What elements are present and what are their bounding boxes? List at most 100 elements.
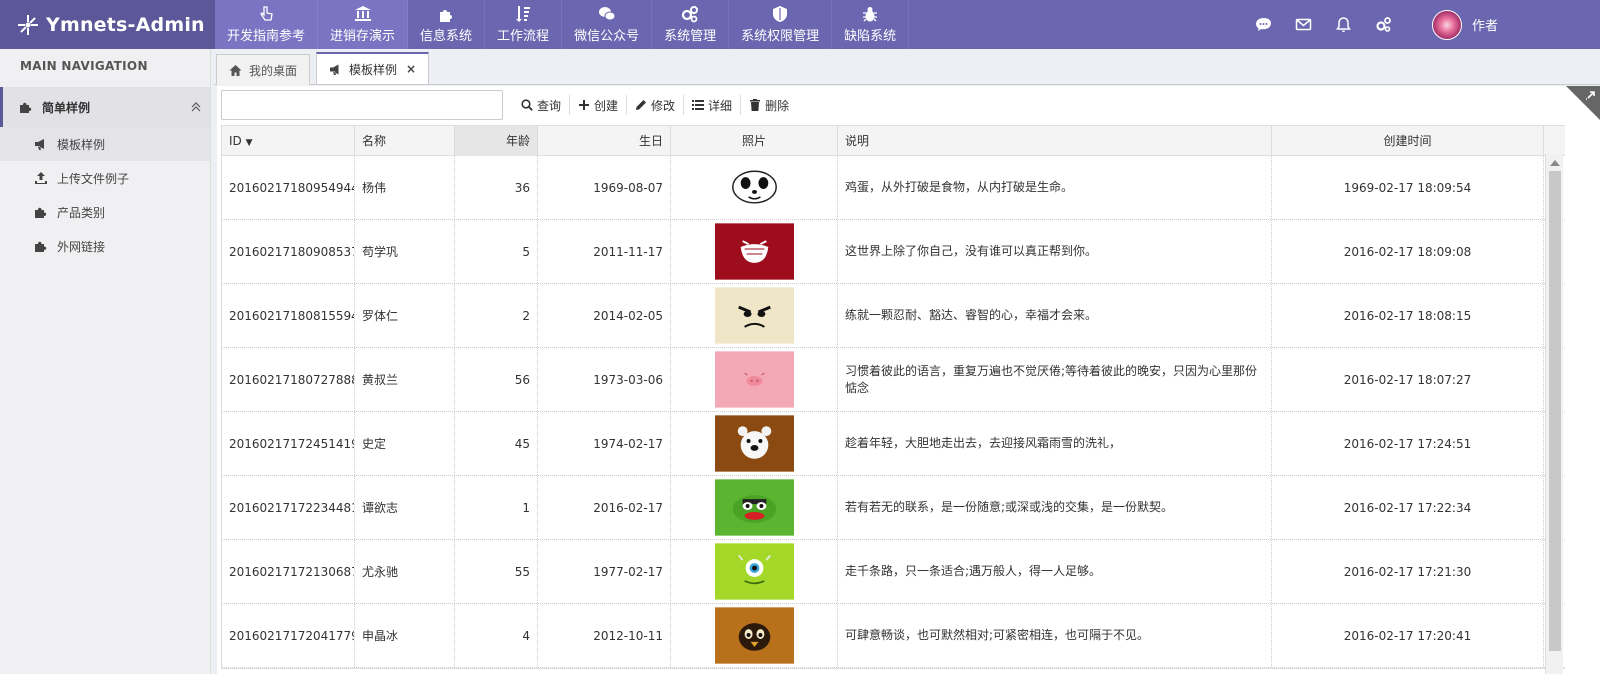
bell-icon bbox=[1336, 17, 1352, 32]
column-header-name[interactable]: 名称 bbox=[355, 126, 455, 156]
column-header-created-time[interactable]: 创建时间 bbox=[1272, 126, 1544, 156]
cell-name: 黄叔兰 bbox=[355, 348, 455, 411]
table-row[interactable]: 201602171807278882 黄叔兰 56 1973-03-06 习惯着彼此的语… bbox=[222, 348, 1565, 412]
cell-description: 可肆意畅谈，也可默然相对;可紧密相连，也可隔于不见。 bbox=[838, 604, 1272, 667]
scroll-up-icon[interactable] bbox=[1550, 160, 1560, 166]
cell-photo bbox=[671, 156, 838, 219]
mail-icon bbox=[1296, 18, 1312, 31]
cell-birthday: 1977-02-17 bbox=[538, 540, 671, 603]
notifications-button[interactable] bbox=[1324, 0, 1364, 49]
sidebar-item-template-sample[interactable]: 模板样例 bbox=[0, 127, 210, 161]
tab-my-desktop[interactable]: 我的桌面 bbox=[216, 54, 311, 85]
edit-button[interactable]: 修改 bbox=[627, 95, 685, 115]
table-row[interactable]: 201602171720417797 申晶冰 4 2012-10-11 可肆意畅谈，也可… bbox=[222, 604, 1565, 668]
mail-button[interactable] bbox=[1284, 0, 1324, 49]
list-icon bbox=[692, 100, 705, 110]
cell-description: 这世界上除了你自己，没有谁可以真正帮到你。 bbox=[838, 220, 1272, 283]
nav-item-label: 进销存演示 bbox=[330, 29, 396, 44]
details-button[interactable]: 详细 bbox=[684, 95, 742, 115]
shield-icon bbox=[773, 6, 788, 22]
bullhorn-icon bbox=[330, 64, 339, 75]
nav-item-wechat[interactable]: 微信公众号 bbox=[562, 0, 653, 49]
cell-photo bbox=[671, 540, 838, 603]
user-menu[interactable]: 作者 bbox=[1431, 9, 1498, 40]
nav-item-info-system[interactable]: 信息系统 bbox=[408, 0, 486, 49]
search-input[interactable] bbox=[221, 90, 503, 120]
column-header-label: ID bbox=[229, 134, 242, 148]
sidebar-item-product-category[interactable]: 产品类别 bbox=[0, 195, 210, 229]
search-icon bbox=[521, 99, 533, 111]
cell-description: 练就一颗忍耐、豁达、睿智的心，幸福才会来。 bbox=[838, 284, 1272, 347]
nav-item-dev-guide[interactable]: 开发指南参考 bbox=[215, 0, 319, 49]
settings-button[interactable] bbox=[1364, 0, 1404, 49]
nav-item-inventory[interactable]: 进销存演示 bbox=[318, 0, 409, 49]
delete-button[interactable]: 删除 bbox=[741, 95, 797, 115]
data-grid: ID ▼ 名称 年龄 生日 照片 说明 创建时间 201602171809549… bbox=[221, 125, 1565, 669]
nav-item-label: 缺陷系统 bbox=[844, 29, 897, 44]
messages-button[interactable] bbox=[1244, 0, 1284, 49]
sort-desc-icon: ▼ bbox=[245, 138, 253, 148]
app-logo[interactable]: Ymnets-Admin bbox=[0, 0, 215, 49]
cell-created-time: 2016-02-17 18:07:27 bbox=[1272, 348, 1544, 411]
nav-item-system-admin[interactable]: 系统管理 bbox=[652, 0, 730, 49]
cell-name: 申晶冰 bbox=[355, 604, 455, 667]
nav-item-permissions[interactable]: 系统权限管理 bbox=[729, 0, 833, 49]
nav-item-workflow[interactable]: 工作流程 bbox=[485, 0, 563, 49]
content-panel: 查询 创建 修改 详细 删除 ID ▼ 名称 年龄 生日 照片 说明 创建时间 … bbox=[217, 86, 1600, 674]
table-row[interactable]: 201602171722344815 谭欲志 1 2016-02-17 若有若无的联系，… bbox=[222, 476, 1565, 540]
sidebar-group-label: 简单样例 bbox=[42, 100, 91, 115]
cell-age: 36 bbox=[455, 156, 538, 219]
column-header-description[interactable]: 说明 bbox=[838, 126, 1272, 156]
puzzle-icon bbox=[440, 10, 453, 22]
frog-face-image bbox=[714, 479, 794, 536]
cell-id: 201602171721306879 bbox=[222, 540, 355, 603]
nav-item-label: 工作流程 bbox=[497, 29, 550, 44]
sidebar-item-external-link[interactable]: 外网链接 bbox=[0, 229, 210, 263]
cell-description: 习惯着彼此的语言，重复万遍也不觉厌倦;等待着彼此的晚安，只因为心里那份惦念 bbox=[838, 348, 1272, 411]
edit-button-label: 修改 bbox=[651, 98, 676, 113]
tab-template-sample[interactable]: 模板样例 × bbox=[316, 52, 430, 84]
sidebar-title: MAIN NAVIGATION bbox=[20, 59, 148, 73]
table-row[interactable]: 201602171724514198 史定 45 1974-02-17 趁着年轻，大胆地… bbox=[222, 412, 1565, 476]
cell-birthday: 2014-02-05 bbox=[538, 284, 671, 347]
cell-description: 趁着年轻，大胆地走出去，去迎接风霜雨雪的洗礼， bbox=[838, 412, 1272, 475]
cell-created-time: 2016-02-17 17:20:41 bbox=[1272, 604, 1544, 667]
sidebar-group-simple-samples[interactable]: 简单样例 bbox=[0, 87, 210, 127]
cell-photo bbox=[671, 412, 838, 475]
cell-id: 201602171724514198 bbox=[222, 412, 355, 475]
cell-birthday: 1973-03-06 bbox=[538, 348, 671, 411]
upload-icon bbox=[35, 172, 47, 184]
nav-item-label: 微信公众号 bbox=[574, 29, 640, 44]
top-header: Ymnets-Admin 开发指南参考 进销存演示 信息系统 工作流程 微信公众… bbox=[0, 0, 1600, 49]
table-row[interactable]: 201602171809085377 苟学巩 5 2011-11-17 这世界上除了你自… bbox=[222, 220, 1565, 284]
nav-item-label: 开发指南参考 bbox=[227, 29, 306, 44]
table-row[interactable]: 201602171808155941 罗体仁 2 2014-02-05 练就一颗忍耐、豁… bbox=[222, 284, 1565, 348]
tab-close-button[interactable]: × bbox=[406, 62, 416, 76]
tab-label: 我的桌面 bbox=[249, 63, 298, 78]
create-button[interactable]: 创建 bbox=[570, 95, 628, 115]
frown-face-image bbox=[714, 287, 794, 344]
column-header-id[interactable]: ID ▼ bbox=[222, 126, 355, 156]
cell-created-time: 2016-02-17 18:09:08 bbox=[1272, 220, 1544, 283]
column-header-age[interactable]: 年龄 bbox=[455, 126, 538, 156]
vertical-scrollbar[interactable] bbox=[1545, 154, 1563, 674]
query-button[interactable]: 查询 bbox=[513, 95, 571, 115]
toolbar: 查询 创建 修改 详细 删除 bbox=[221, 90, 797, 120]
expand-icon[interactable] bbox=[1566, 86, 1600, 120]
scrollbar-thumb[interactable] bbox=[1549, 171, 1561, 651]
column-header-photo[interactable]: 照片 bbox=[671, 126, 838, 156]
cell-description: 鸡蛋，从外打破是食物，从内打破是生命。 bbox=[838, 156, 1272, 219]
nav-item-bug-system[interactable]: 缺陷系统 bbox=[832, 0, 910, 49]
table-row[interactable]: 201602171809549444 杨伟 36 1969-08-07 鸡蛋，从外打破是… bbox=[222, 156, 1565, 220]
cell-created-time: 2016-02-17 17:24:51 bbox=[1272, 412, 1544, 475]
header-actions: 作者 bbox=[1244, 0, 1600, 49]
cell-age: 45 bbox=[455, 412, 538, 475]
cell-description: 走千条路，只一条适合;遇万般人，得一人足够。 bbox=[838, 540, 1272, 603]
column-header-birthday[interactable]: 生日 bbox=[538, 126, 671, 156]
chevron-up-icon[interactable] bbox=[190, 101, 202, 113]
grid-header: ID ▼ 名称 年龄 生日 照片 说明 创建时间 bbox=[222, 126, 1565, 156]
table-row[interactable]: 201602171721306879 尤永驰 55 1977-02-17 走千条路，只一… bbox=[222, 540, 1565, 604]
cell-name: 苟学巩 bbox=[355, 220, 455, 283]
cell-age: 55 bbox=[455, 540, 538, 603]
sidebar-item-upload-file[interactable]: 上传文件例子 bbox=[0, 161, 210, 195]
